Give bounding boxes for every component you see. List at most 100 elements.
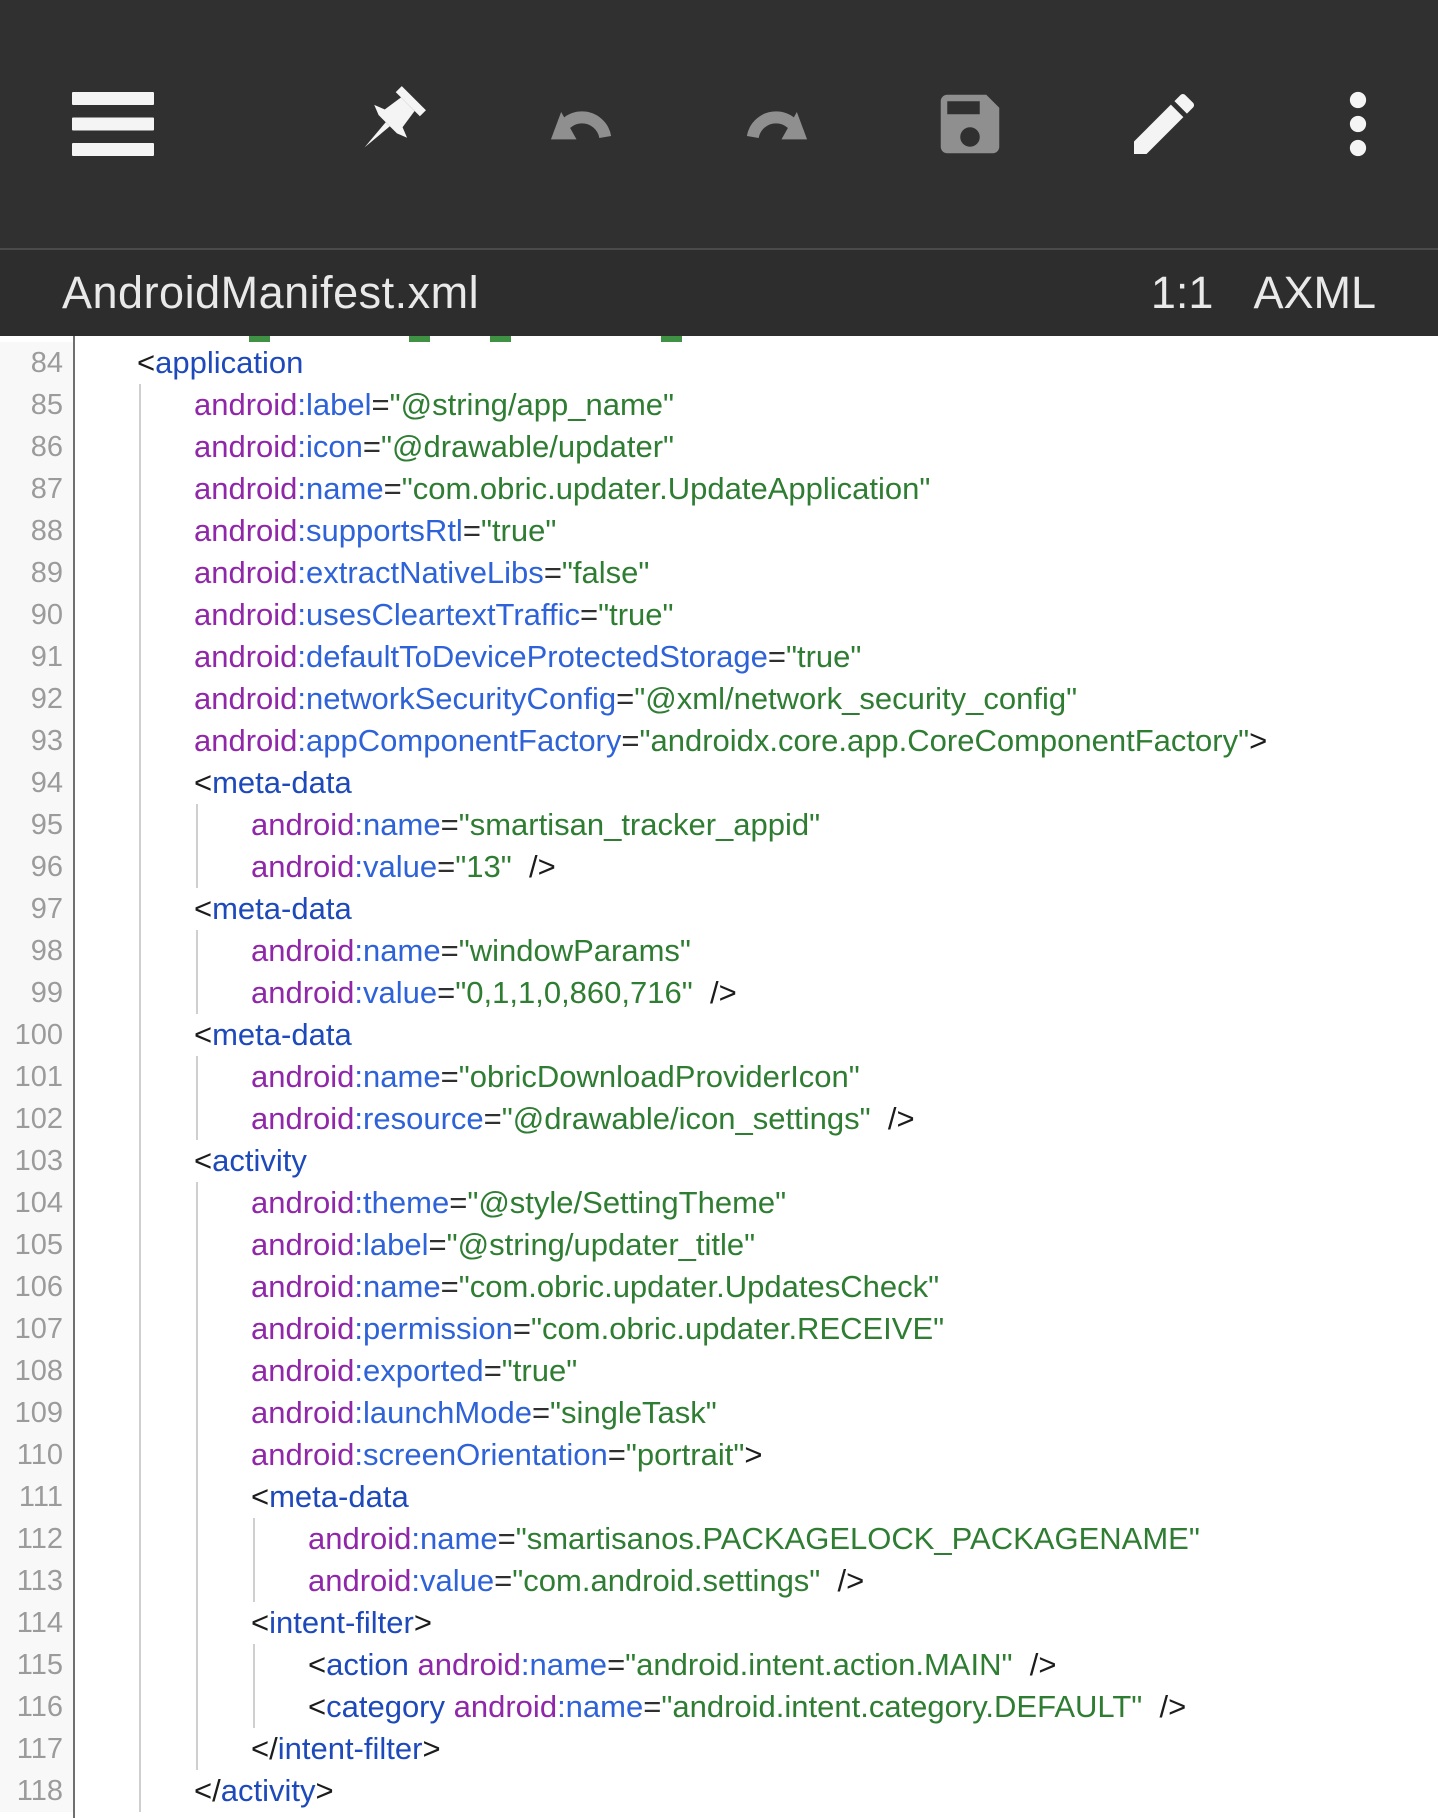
code-line[interactable]: 116 <category android:name="android.inten… xyxy=(0,1686,1438,1728)
indent-guide xyxy=(253,1644,255,1728)
code-line[interactable]: 98 android:name="windowParams" xyxy=(0,930,1438,972)
code-line[interactable]: 113 android:value="com.android.settings" … xyxy=(0,1560,1438,1602)
code-text: android:name="obricDownloadProviderIcon" xyxy=(251,1059,860,1094)
overflow-menu-button[interactable] xyxy=(1317,76,1399,172)
code-line[interactable]: 115 <action android:name="android.intent.… xyxy=(0,1644,1438,1686)
clipped-text-mark xyxy=(249,336,270,342)
code-text: android:usesCleartextTraffic="true" xyxy=(194,597,674,632)
code-text: <activity xyxy=(194,1143,307,1178)
code-text: android:networkSecurityConfig="@xml/netw… xyxy=(194,681,1078,716)
more-vert-icon xyxy=(1349,91,1367,157)
code-line[interactable]: 99 android:value="0,1,1,0,860,716" /> xyxy=(0,972,1438,1014)
edit-pencil-icon xyxy=(1134,93,1195,154)
code-line[interactable]: 94 <meta-data xyxy=(0,762,1438,804)
code-line[interactable]: 108 android:exported="true" xyxy=(0,1350,1438,1392)
code-line[interactable]: 89 android:extractNativeLibs="false" xyxy=(0,552,1438,594)
line-number: 114 xyxy=(0,1602,73,1644)
pushpin-icon xyxy=(364,86,426,148)
line-number: 113 xyxy=(0,1560,73,1602)
code-text: <meta-data xyxy=(194,1017,352,1052)
code-line[interactable]: 100 <meta-data xyxy=(0,1014,1438,1056)
code-line[interactable]: 117 </intent-filter> xyxy=(0,1728,1438,1770)
code-text: android:name="com.obric.updater.UpdateAp… xyxy=(194,471,931,506)
code-text: android:name="smartisanos.PACKAGELOCK_PA… xyxy=(308,1521,1200,1556)
code-line[interactable]: 103 <activity xyxy=(0,1140,1438,1182)
line-number: 116 xyxy=(0,1686,73,1728)
code-line[interactable]: 95 android:name="smartisan_tracker_appid" xyxy=(0,804,1438,846)
code-text: android:name="smartisan_tracker_appid" xyxy=(251,807,821,842)
code-line[interactable]: 105 android:label="@string/updater_title" xyxy=(0,1224,1438,1266)
code-line[interactable]: 97 <meta-data xyxy=(0,888,1438,930)
line-number: 84 xyxy=(0,342,73,384)
code-line[interactable]: 86 android:icon="@drawable/updater" xyxy=(0,426,1438,468)
code-line[interactable]: 104 android:theme="@style/SettingTheme" xyxy=(0,1182,1438,1224)
file-title: AndroidManifest.xml xyxy=(62,267,480,318)
line-number: 89 xyxy=(0,552,73,594)
line-number: 118 xyxy=(0,1770,73,1812)
clipped-text-mark xyxy=(490,336,511,342)
code-line[interactable]: 96 android:value="13" /> xyxy=(0,846,1438,888)
indent-guide xyxy=(253,1518,255,1602)
menu-button[interactable] xyxy=(72,76,154,172)
code-line[interactable]: 112 android:name="smartisanos.PACKAGELOCK… xyxy=(0,1518,1438,1560)
axml-editor-app: AndroidManifest.xml 1:1 AXML 84 <applicat… xyxy=(0,0,1438,1818)
save-button[interactable] xyxy=(929,76,1011,172)
line-number: 117 xyxy=(0,1728,73,1770)
code-line[interactable]: 92 android:networkSecurityConfig="@xml/ne… xyxy=(0,678,1438,720)
redo-button[interactable] xyxy=(735,76,817,172)
code-line[interactable]: 87 android:name="com.obric.updater.Update… xyxy=(0,468,1438,510)
line-number: 85 xyxy=(0,384,73,426)
code-text: android:value="13" /> xyxy=(251,849,556,884)
code-line[interactable]: 110 android:screenOrientation="portrait"> xyxy=(0,1434,1438,1476)
code-line[interactable]: 109 android:launchMode="singleTask" xyxy=(0,1392,1438,1434)
line-number: 96 xyxy=(0,846,73,888)
code-line[interactable]: 111 <meta-data xyxy=(0,1476,1438,1518)
line-number: 110 xyxy=(0,1434,73,1476)
pin-button[interactable] xyxy=(347,76,429,172)
line-number: 105 xyxy=(0,1224,73,1266)
line-number: 93 xyxy=(0,720,73,762)
code-text: android:screenOrientation="portrait"> xyxy=(251,1437,763,1472)
line-number: 109 xyxy=(0,1392,73,1434)
code-text: android:label="@string/updater_title" xyxy=(251,1227,756,1262)
code-line[interactable]: 84 <application xyxy=(0,342,1438,384)
code-text: <meta-data xyxy=(194,765,352,800)
line-number: 91 xyxy=(0,636,73,678)
code-line[interactable]: 118 </activity> xyxy=(0,1770,1438,1812)
code-line[interactable]: 107 android:permission="com.obric.updater… xyxy=(0,1308,1438,1350)
code-text: android:exported="true" xyxy=(251,1353,578,1388)
code-text: android:supportsRtl="true" xyxy=(194,513,557,548)
code-text: android:permission="com.obric.updater.RE… xyxy=(251,1311,945,1346)
line-number: 107 xyxy=(0,1308,73,1350)
code-line[interactable]: 90 android:usesCleartextTraffic="true" xyxy=(0,594,1438,636)
code-line[interactable]: 85 android:label="@string/app_name" xyxy=(0,384,1438,426)
code-line[interactable]: 101 android:name="obricDownloadProviderIc… xyxy=(0,1056,1438,1098)
line-number: 104 xyxy=(0,1182,73,1224)
edit-button[interactable] xyxy=(1123,76,1205,172)
line-number: 95 xyxy=(0,804,73,846)
code-line[interactable]: 102 android:resource="@drawable/icon_sett… xyxy=(0,1098,1438,1140)
code-text: android:launchMode="singleTask" xyxy=(251,1395,717,1430)
code-line[interactable]: 91 android:defaultToDeviceProtectedStorag… xyxy=(0,636,1438,678)
line-number: 106 xyxy=(0,1266,73,1308)
code-text: android:name="windowParams" xyxy=(251,933,691,968)
line-number: 99 xyxy=(0,972,73,1014)
code-line[interactable]: 88 android:supportsRtl="true" xyxy=(0,510,1438,552)
code-lines: 84 <application 85 android:label="@string/a… xyxy=(0,336,1438,1812)
code-line[interactable]: 93 android:appComponentFactory="androidx.… xyxy=(0,720,1438,762)
clipped-text-mark xyxy=(661,336,682,342)
line-number: 108 xyxy=(0,1350,73,1392)
file-format-badge: AXML xyxy=(1253,267,1376,318)
line-number: 97 xyxy=(0,888,73,930)
code-line[interactable]: 106 android:name="com.obric.updater.Updat… xyxy=(0,1266,1438,1308)
code-editor[interactable]: 84 <application 85 android:label="@string/a… xyxy=(0,336,1438,1818)
gutter-divider xyxy=(73,336,75,1818)
cursor-position: 1:1 xyxy=(1150,267,1214,318)
line-number: 101 xyxy=(0,1056,73,1098)
line-number: 115 xyxy=(0,1644,73,1686)
code-text: android:icon="@drawable/updater" xyxy=(194,429,675,464)
code-line[interactable]: 114 <intent-filter> xyxy=(0,1602,1438,1644)
undo-button[interactable] xyxy=(541,76,623,172)
code-text: android:defaultToDeviceProtectedStorage=… xyxy=(194,639,862,674)
code-text: android:extractNativeLibs="false" xyxy=(194,555,650,590)
